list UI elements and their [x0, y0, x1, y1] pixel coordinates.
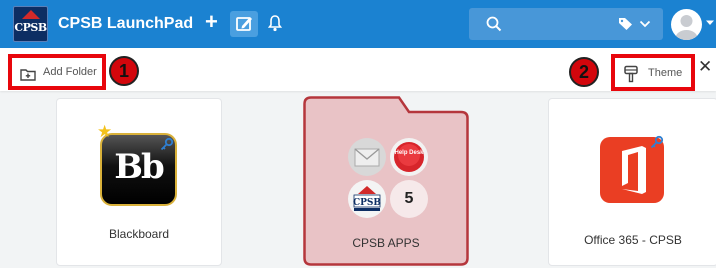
logo-text: CPSB — [14, 21, 47, 34]
folder-plus-icon — [20, 69, 36, 81]
toolbar: Add Folder Theme ✕ — [0, 48, 716, 91]
user-icon — [675, 15, 698, 40]
user-avatar[interactable] — [671, 9, 702, 40]
folder-label: CPSB APPS — [352, 236, 420, 250]
cpsb-app-icon: CPSB — [348, 180, 386, 218]
more-apps-count: 5 — [390, 180, 428, 218]
tile-label: Blackboard — [108, 227, 170, 241]
tile-label: Office 365 - CPSB — [584, 233, 682, 247]
app-title: CPSB LaunchPad — [58, 15, 194, 32]
add-folder-label: Add Folder — [43, 66, 97, 78]
mail-app-icon — [348, 138, 386, 176]
add-folder-button[interactable]: Add Folder — [8, 54, 106, 90]
search-bar[interactable] — [469, 8, 663, 40]
chevron-down-icon[interactable] — [639, 19, 651, 29]
help-desk-app-icon: Help Desk — [390, 138, 428, 176]
edit-icon — [236, 17, 252, 31]
app-tile-blackboard[interactable]: Bb ★ Blackboard — [56, 98, 222, 266]
callout-badge-1: 1 — [109, 56, 139, 86]
app-tile-office-365[interactable]: Office 365 - CPSB — [548, 98, 716, 266]
key-icon — [650, 135, 664, 149]
theme-button[interactable]: Theme — [611, 54, 695, 91]
close-icon[interactable]: ✕ — [698, 58, 712, 75]
avatar-caret-icon[interactable] — [705, 19, 715, 27]
help-desk-text: Help Desk — [394, 150, 424, 156]
callout-badge-2: 2 — [569, 57, 599, 87]
tag-filter-icon[interactable] — [618, 17, 633, 31]
logo-roof — [22, 10, 40, 19]
folder-tile-cpsb-apps[interactable]: Help Desk CPSB 5 CPSB APPS — [303, 96, 469, 266]
top-bar: CPSB CPSB LaunchPad + — [0, 0, 716, 48]
plus-icon[interactable]: + — [205, 11, 218, 33]
favorite-star-icon: ★ — [97, 122, 113, 141]
theme-label: Theme — [648, 67, 683, 79]
search-icon — [486, 16, 502, 32]
edit-mode-button[interactable] — [230, 11, 258, 37]
blackboard-logo-text: Bb — [114, 147, 165, 187]
key-icon — [160, 137, 174, 151]
cpsb-mini-text: CPSB — [353, 198, 381, 208]
paint-roller-icon — [624, 65, 638, 83]
bell-icon[interactable] — [267, 14, 283, 37]
cpsb-logo[interactable]: CPSB — [13, 6, 48, 42]
